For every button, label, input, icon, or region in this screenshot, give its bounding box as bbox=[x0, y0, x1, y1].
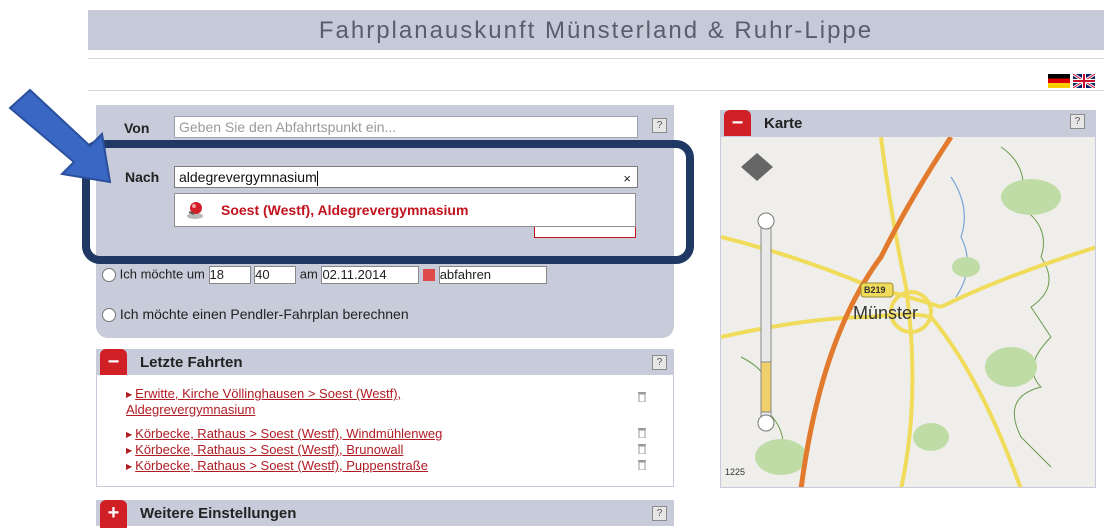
time-prefix: Ich möchte um bbox=[119, 266, 205, 282]
more-header[interactable]: + Weitere Einstellungen ? bbox=[96, 500, 674, 528]
minute-value: 40 bbox=[255, 267, 270, 282]
list-item[interactable]: ▶ Erwitte, Kirche Völlinghausen > Soest (… bbox=[126, 386, 486, 417]
hour-select[interactable]: 18 bbox=[208, 266, 251, 284]
recent-link[interactable]: Körbecke, Rathaus > Soest (Westf), Puppe… bbox=[135, 458, 428, 473]
list-item[interactable]: ▶ Körbecke, Rathaus > Soest (Westf), Pupp… bbox=[126, 458, 428, 474]
recent-title: Letzte Fahrten bbox=[140, 354, 243, 371]
date-value: 02.11.2014 bbox=[322, 267, 387, 282]
recent-link[interactable]: Körbecke, Rathaus > Soest (Westf), Windm… bbox=[135, 426, 442, 441]
map[interactable]: B219 Münster 1225 bbox=[720, 136, 1096, 488]
collapse-icon[interactable]: − bbox=[724, 110, 751, 138]
date-input[interactable]: 02.11.2014 bbox=[321, 266, 420, 284]
divider bbox=[88, 58, 1104, 59]
road-label: 1225 bbox=[725, 467, 746, 477]
map-city-label: Münster bbox=[853, 303, 919, 323]
help-icon[interactable]: ? bbox=[652, 506, 667, 521]
recent-header: − Letzte Fahrten ? bbox=[96, 349, 674, 377]
de-flag-icon[interactable] bbox=[1048, 74, 1070, 88]
collapse-icon[interactable]: − bbox=[100, 349, 127, 377]
trash-icon[interactable] bbox=[637, 458, 647, 470]
mode-select[interactable]: abfahren bbox=[438, 266, 547, 284]
gb-flag-icon[interactable] bbox=[1073, 74, 1095, 88]
more-title: Weitere Einstellungen bbox=[140, 505, 297, 522]
road-label: B219 bbox=[864, 285, 886, 295]
date-prefix: am bbox=[299, 266, 318, 282]
help-icon[interactable]: ? bbox=[1070, 114, 1085, 129]
recent-link[interactable]: Körbecke, Rathaus > Soest (Westf), Bruno… bbox=[135, 442, 403, 457]
map-header: − Karte ? bbox=[720, 110, 1096, 138]
list-item[interactable]: ▶ Körbecke, Rathaus > Soest (Westf), Brun… bbox=[126, 442, 403, 458]
trash-icon[interactable] bbox=[637, 390, 647, 402]
map-title: Karte bbox=[764, 115, 803, 132]
pendler-option[interactable]: Ich möchte einen Pendler-Fahrplan berech… bbox=[102, 306, 409, 323]
highlight-frame bbox=[82, 140, 694, 264]
from-label: Von bbox=[124, 120, 150, 136]
mode-value: abfahren bbox=[439, 267, 492, 282]
trash-icon[interactable] bbox=[637, 442, 647, 454]
time-radio[interactable] bbox=[102, 268, 116, 282]
from-input[interactable]: Geben Sie den Abfahrtspunkt ein... bbox=[174, 116, 638, 138]
list-item[interactable]: ▶ Körbecke, Rathaus > Soest (Westf), Wind… bbox=[126, 426, 442, 442]
help-icon[interactable]: ? bbox=[652, 355, 667, 370]
arrow-icon bbox=[8, 88, 112, 184]
recent-link[interactable]: Erwitte, Kirche Völlinghausen > Soest (W… bbox=[126, 386, 401, 417]
divider bbox=[88, 90, 1104, 91]
language-switch bbox=[1048, 74, 1095, 92]
pendler-radio[interactable] bbox=[102, 308, 116, 323]
minute-select[interactable]: 40 bbox=[254, 266, 297, 284]
hour-value: 18 bbox=[209, 267, 224, 282]
help-icon[interactable]: ? bbox=[652, 118, 667, 133]
calendar-icon[interactable] bbox=[423, 269, 436, 281]
trash-icon[interactable] bbox=[637, 426, 647, 438]
pendler-label: Ich möchte einen Pendler-Fahrplan berech… bbox=[119, 306, 409, 322]
page-title: Fahrplanauskunft Münsterland & Ruhr-Lipp… bbox=[88, 10, 1104, 50]
time-row: Ich möchte um 18 40 am 02.11.2014 abfahr… bbox=[102, 266, 547, 284]
